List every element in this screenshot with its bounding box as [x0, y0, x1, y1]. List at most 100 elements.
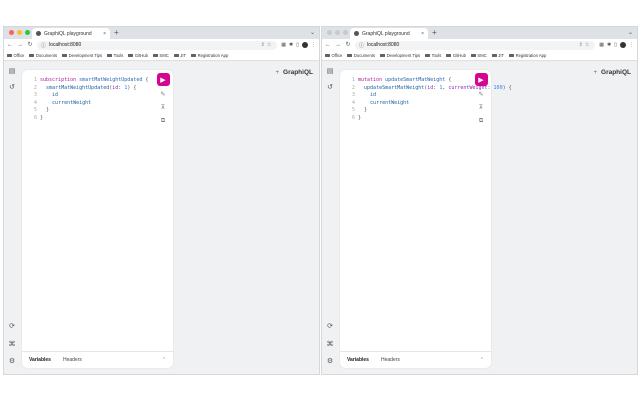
browser-menu-icon[interactable]: ⋮ [311, 42, 316, 48]
maximize-window-button[interactable] [343, 30, 348, 35]
tab-headers[interactable]: Headers [63, 357, 82, 363]
bookmark-folder[interactable]: Documents [347, 53, 375, 58]
tab-search-chevron-icon[interactable]: ⌄ [628, 29, 633, 36]
tab-close-icon[interactable]: × [421, 31, 424, 37]
graphiql-page: ▤ ↺ ⟳ ⌘ ⚙ 1 mutation updateSmartMatWeight… [322, 62, 637, 374]
bookmark-folder[interactable]: Development Tips [380, 53, 420, 58]
forward-arrow-icon[interactable]: → [17, 39, 23, 51]
code-line[interactable]: 4 currentWeight [28, 100, 148, 108]
bookmark-folder[interactable]: Registration App [191, 53, 228, 58]
bookmark-folder[interactable]: Tools [425, 53, 441, 58]
bookmark-folder[interactable]: GitHub [128, 53, 148, 58]
merge-fragments-icon[interactable]: ⊼ [159, 104, 167, 112]
bookmark-label: Office [13, 53, 25, 58]
reload-icon[interactable]: ↻ [345, 39, 351, 51]
graphiql-sidebar: ▤ ↺ ⟳ ⌘ ⚙ [322, 62, 338, 374]
execute-query-button[interactable]: ▶ [156, 73, 170, 86]
code-line[interactable]: 1 subscription smartMatWeightUpdated { [28, 77, 148, 85]
settings-icon[interactable]: ⚙ [7, 357, 17, 367]
code-line[interactable]: 5 } [28, 107, 148, 115]
forward-arrow-icon[interactable]: → [335, 39, 341, 51]
line-number: 6 [351, 114, 355, 121]
avatar[interactable] [302, 42, 308, 48]
docs-icon[interactable]: ▤ [7, 67, 17, 77]
code-token: updateSmartMatWeight [385, 77, 446, 83]
browser-tab[interactable]: GraphiQL playground × [32, 28, 110, 39]
docs-icon[interactable]: ▤ [325, 67, 335, 77]
close-window-button[interactable] [327, 30, 332, 35]
refetch-schema-icon[interactable]: ⟳ [325, 322, 335, 332]
sidebar-toggle-icon[interactable]: ▯ [296, 42, 299, 48]
close-window-button[interactable] [9, 30, 14, 35]
tab-headers[interactable]: Headers [381, 357, 400, 363]
code-line[interactable]: 6} [28, 115, 148, 123]
minimize-window-button[interactable] [17, 30, 22, 35]
folder-icon [470, 53, 476, 58]
address-bar[interactable]: ⓘ localhost:8080 ⇪☆ [37, 40, 278, 50]
merge-fragments-icon[interactable]: ⊼ [477, 104, 485, 112]
bookmark-label: Development Tips [68, 53, 103, 58]
puzzle-icon[interactable]: ✱ [289, 42, 293, 48]
address-bar[interactable]: ⓘ localhost:8080 ⇪☆ [355, 40, 596, 50]
code-line[interactable]: 3 id [28, 92, 148, 100]
bookmark-folder[interactable]: Registration App [509, 53, 546, 58]
bookmark-folder[interactable]: JIT [173, 53, 186, 58]
site-info-icon[interactable]: ⓘ [359, 42, 364, 49]
reload-icon[interactable]: ↻ [27, 39, 33, 51]
extension-icon[interactable]: ▦ [599, 42, 604, 48]
extension-icon[interactable]: ▦ [281, 42, 286, 48]
bookmark-folder[interactable]: JIT [491, 53, 504, 58]
tab-search-chevron-icon[interactable]: ⌄ [310, 29, 315, 36]
folder-icon [62, 53, 68, 58]
chevron-up-icon[interactable]: ⌃ [480, 357, 484, 363]
tab-title: GraphiQL playground [44, 30, 92, 37]
add-tab-button[interactable]: + [276, 70, 280, 76]
code-area[interactable]: 1 subscription smartMatWeightUpdated {2 s… [28, 77, 148, 123]
tab-variables[interactable]: Variables [29, 357, 51, 363]
maximize-window-button[interactable] [25, 30, 30, 35]
bookmark-folder[interactable]: SMC [470, 53, 487, 58]
bookmark-folder[interactable]: Office [325, 53, 342, 58]
puzzle-icon[interactable]: ✱ [607, 42, 611, 48]
copy-icon[interactable]: ⧉ [159, 117, 167, 125]
new-tab-button[interactable]: + [114, 28, 119, 38]
keyboard-shortcuts-icon[interactable]: ⌘ [325, 340, 335, 350]
minimize-window-button[interactable] [335, 30, 340, 35]
sidebar-toggle-icon[interactable]: ▯ [614, 42, 617, 48]
new-tab-button[interactable]: + [432, 28, 437, 38]
tab-close-icon[interactable]: × [103, 31, 106, 37]
history-icon[interactable]: ↺ [325, 83, 335, 93]
query-editor[interactable]: 1 mutation updateSmartMatWeight {2 update… [340, 70, 512, 368]
settings-icon[interactable]: ⚙ [325, 357, 335, 367]
bookmark-star-icon[interactable]: ⇪☆ [261, 42, 274, 48]
folder-icon [173, 53, 179, 58]
bookmark-folder[interactable]: Tools [107, 53, 123, 58]
code-line[interactable]: 2 smartMatWeightUpdated(id: 1) { [28, 85, 148, 93]
add-tab-button[interactable]: + [594, 70, 598, 76]
browser-menu-icon[interactable]: ⋮ [629, 42, 634, 48]
query-editor[interactable]: 1 subscription smartMatWeightUpdated {2 s… [22, 70, 173, 368]
history-icon[interactable]: ↺ [7, 83, 17, 93]
tab-variables[interactable]: Variables [347, 357, 369, 363]
execute-query-button[interactable]: ▶ [474, 73, 488, 86]
bookmark-folder[interactable]: SMC [152, 53, 169, 58]
back-arrow-icon[interactable]: ← [7, 39, 13, 51]
code-token: 100 [493, 84, 503, 91]
browser-tab[interactable]: GraphiQL playground × [350, 28, 428, 39]
bookmark-folder[interactable]: Office [7, 53, 24, 58]
keyboard-shortcuts-icon[interactable]: ⌘ [7, 340, 17, 350]
bookmark-folder[interactable]: Documents [29, 53, 57, 58]
bookmark-star-icon[interactable]: ⇪☆ [579, 42, 592, 48]
code-token: subscription [40, 77, 80, 83]
bookmark-folder[interactable]: GitHub [446, 53, 466, 58]
prettify-icon[interactable]: ✎ [477, 91, 485, 99]
chevron-up-icon[interactable]: ⌃ [162, 357, 166, 363]
site-info-icon[interactable]: ⓘ [41, 42, 46, 49]
bookmark-folder[interactable]: Development Tips [62, 53, 102, 58]
prettify-icon[interactable]: ✎ [159, 91, 167, 99]
copy-icon[interactable]: ⧉ [477, 117, 485, 125]
back-arrow-icon[interactable]: ← [325, 39, 331, 51]
refetch-schema-icon[interactable]: ⟳ [7, 322, 17, 332]
avatar[interactable] [620, 42, 626, 48]
